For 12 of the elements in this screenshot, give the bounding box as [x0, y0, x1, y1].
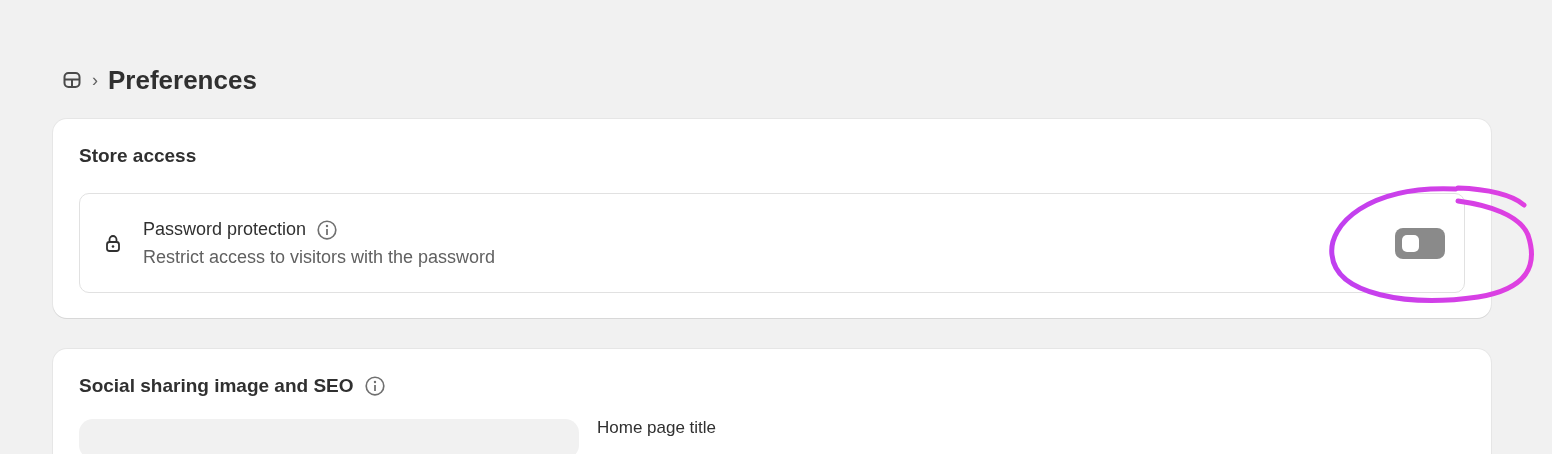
- breadcrumb-separator: ›: [92, 69, 98, 91]
- page-title: Preferences: [108, 64, 257, 96]
- setting-label: Password protection: [143, 219, 307, 240]
- toggle-switch[interactable]: [1395, 227, 1445, 259]
- section-title: Social sharing image and SEO: [79, 375, 354, 397]
- section-title: Store access: [79, 145, 198, 167]
- info-icon[interactable]: [363, 375, 386, 397]
- field-label: Home page title: [597, 419, 717, 437]
- info-icon[interactable]: [316, 218, 339, 241]
- setting-description: Restrict access to visitors with the password: [143, 246, 497, 268]
- lock-icon: [103, 233, 123, 253]
- store-icon[interactable]: [62, 70, 82, 90]
